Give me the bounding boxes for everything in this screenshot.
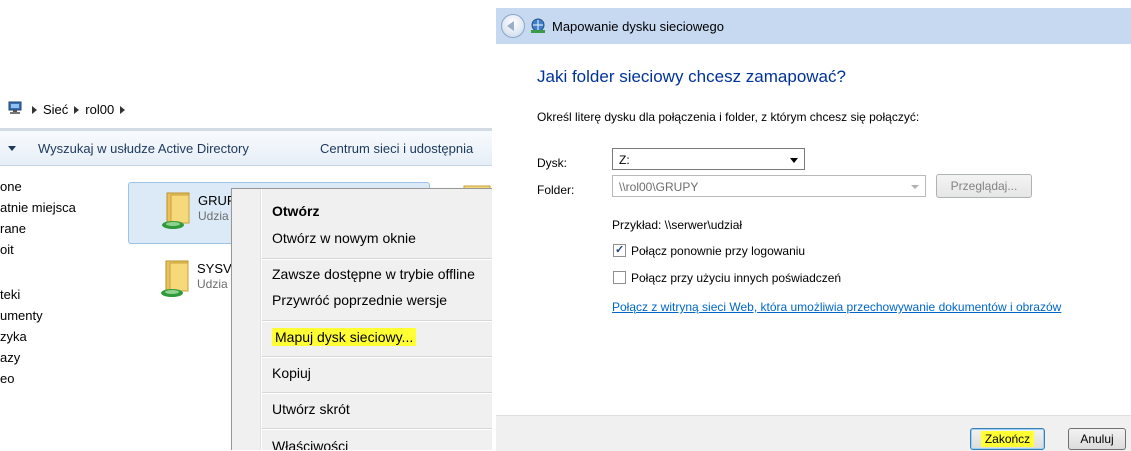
other-credentials-checkbox[interactable] [613,271,626,284]
dropdown-arrow-icon[interactable] [8,146,16,151]
nav-item[interactable]: azy [0,350,20,365]
back-arrow-icon [507,21,514,31]
menu-item-always-offline[interactable]: Zawsze dostępne w trybie offline [272,266,475,282]
reconnect-checkbox[interactable] [613,243,626,257]
network-icon [8,101,22,114]
nav-item[interactable]: oit [0,242,14,257]
nav-item[interactable]: atnie miejsca [0,200,76,215]
drive-letter-value: Z: [619,153,630,167]
menu-item-open[interactable]: Otwórz [272,203,319,219]
network-drive-icon [531,18,545,33]
share-description: Udzia [197,277,228,291]
chevron-down-icon [911,185,919,189]
drive-letter-select[interactable]: Z: [612,148,805,170]
share-name: GRUF [198,193,235,208]
breadcrumb: Sieć rol00 [26,102,131,117]
menu-item-open-new-window[interactable]: Otwórz w nowym oknie [272,230,416,246]
nav-item[interactable]: teki [0,287,20,302]
wizard-titlebar: Mapowanie dysku sieciowego [496,8,1131,44]
wizard-title: Mapowanie dysku sieciowego [552,19,724,34]
nav-item[interactable]: one [0,179,22,194]
wizard-instruction: Określ literę dysku dla połączenia i fol… [537,110,920,124]
network-sharing-center-button[interactable]: Centrum sieci i udostępnia [320,141,473,156]
browse-button[interactable]: Przeglądaj... [936,174,1032,198]
cancel-button[interactable]: Anuluj [1068,428,1126,450]
folder-path-value: \\rol00\GRUPY [619,180,699,194]
example-text: Przykład: \\serwer\udział [612,218,743,232]
highlight: Mapuj dysk sieciowy... [272,328,417,346]
menu-separator [262,392,492,394]
wizard-footer: Zakończ Anuluj [496,415,1131,451]
nav-item[interactable]: zyka [0,329,27,344]
folder-label: Folder: [537,183,575,197]
menu-item-create-shortcut[interactable]: Utwórz skrót [272,401,350,417]
chevron-right-icon [32,106,37,115]
share-description: Udzia [198,209,229,223]
drive-label: Dysk: [537,156,567,170]
breadcrumb-item-server[interactable]: rol00 [85,102,114,117]
other-credentials-label[interactable]: Połącz przy użyciu innych poświadczeń [631,271,841,285]
menu-item-copy[interactable]: Kopiuj [272,365,311,381]
shared-folder-icon [161,260,189,297]
navigation-pane: one atnie miejsca rane oit teki umenty z… [0,166,115,450]
nav-item[interactable]: umenty [0,308,43,323]
menu-separator [262,356,492,358]
command-bar: Wyszukaj w usłudze Active Directory Cent… [0,131,492,166]
map-drive-wizard: Mapowanie dysku sieciowego Jaki folder s… [496,0,1131,451]
reconnect-label[interactable]: Połącz ponownie przy logowaniu [631,244,805,258]
shared-folder-icon [162,192,190,229]
chevron-down-icon [790,158,798,163]
context-menu: Otwórz Otwórz w nowym oknie Zawsze dostę… [231,188,492,450]
menu-separator [262,258,492,260]
nav-item[interactable]: eo [0,371,14,386]
search-active-directory-button[interactable]: Wyszukaj w usłudze Active Directory [38,141,249,156]
menu-item-restore-versions[interactable]: Przywróć poprzednie wersje [272,292,447,308]
wizard-heading: Jaki folder sieciowy chcesz zamapować? [537,67,846,86]
folder-path-input[interactable]: \\rol00\GRUPY [612,175,926,197]
finish-button[interactable]: Zakończ [970,428,1045,450]
back-button[interactable] [501,14,525,38]
explorer-window: Sieć rol00 Wyszukaj w usłudze Active Dire… [0,90,492,450]
web-storage-link[interactable]: Połącz z witryną sieci Web, która umożli… [612,300,1061,314]
menu-separator [262,428,492,430]
highlight: Zakończ [980,431,1035,447]
menu-item-properties[interactable]: Właściwości [272,438,348,450]
menu-separator [262,320,492,322]
menu-item-map-drive[interactable]: Mapuj dysk sieciowy... [272,328,417,346]
share-name: SYSV [197,261,232,276]
address-bar[interactable]: Sieć rol00 [0,90,492,128]
breadcrumb-item-network[interactable]: Sieć [43,102,68,117]
nav-item[interactable]: rane [0,221,26,236]
chevron-right-icon [74,106,80,115]
chevron-right-icon [120,106,126,115]
